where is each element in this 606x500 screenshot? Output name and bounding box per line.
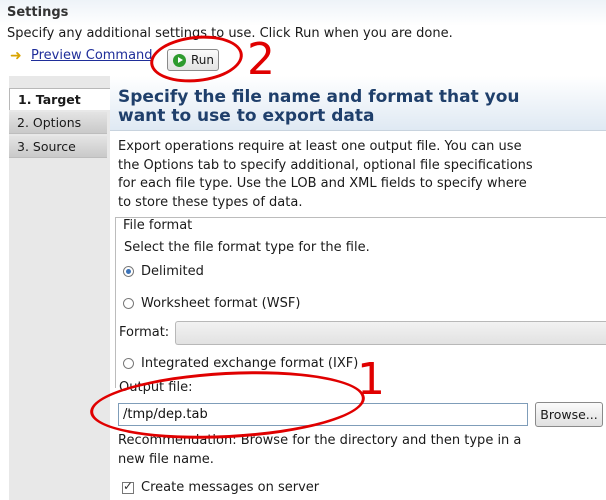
radio-delimited-label[interactable]: Delimited [141,264,204,279]
create-messages-checkbox[interactable] [122,479,134,494]
panel-description: Export operations require at least one o… [118,139,533,210]
annotation-number-1: 1 [357,354,385,405]
radio-delimited[interactable] [123,266,134,277]
settings-title: Settings [7,5,69,20]
browse-button[interactable]: Browse... [535,402,603,427]
radio-ixf-label[interactable]: Integrated exchange format (IXF) [141,356,358,371]
radio-ixf[interactable] [123,358,134,369]
format-dropdown[interactable] [175,321,606,345]
header-band [0,0,606,26]
settings-subtitle: Specify any additional settings to use. … [7,26,453,41]
annotation-number-2: 2 [247,34,275,85]
preview-command-link[interactable]: Preview Command [31,48,153,63]
tab-target[interactable]: 1. Target [9,88,111,110]
tab-source[interactable]: 3. Source [9,136,107,158]
radio-wsf[interactable] [123,298,134,309]
file-format-legend: File format [122,218,195,233]
create-messages-label[interactable]: Create messages on server [141,480,319,495]
panel-title: Specify the file name and format that yo… [118,87,520,126]
format-label: Format: [119,325,170,340]
radio-wsf-label[interactable]: Worksheet format (WSF) [141,296,300,311]
tab-options[interactable]: 2. Options [9,112,107,134]
file-format-help: Select the file format type for the file… [124,240,370,255]
preview-command-icon[interactable]: ➜ [10,49,26,63]
